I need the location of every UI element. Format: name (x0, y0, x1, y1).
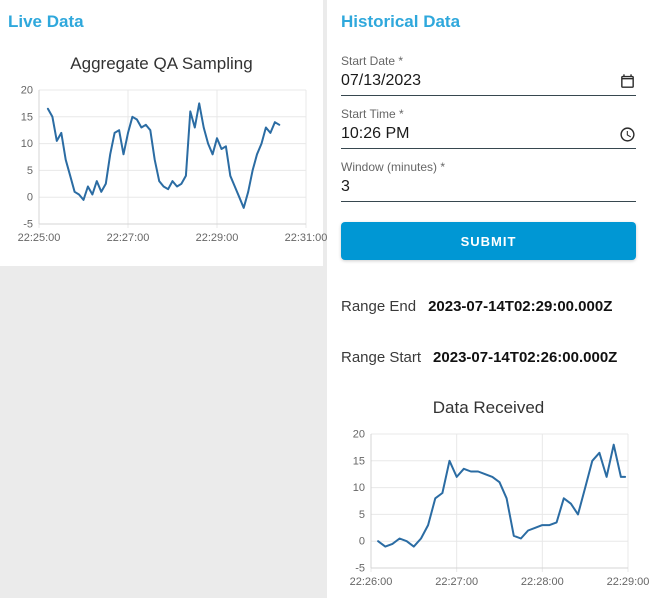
svg-text:5: 5 (27, 165, 33, 177)
svg-text:22:27:00: 22:27:00 (107, 232, 150, 244)
window-label: Window (minutes) * (341, 160, 446, 174)
svg-text:20: 20 (21, 85, 33, 97)
start-time-input[interactable] (341, 123, 619, 145)
live-chart-title: Aggregate QA Sampling (70, 54, 253, 73)
historical-data-panel: Historical Data Start Date * Start Time … (327, 0, 650, 598)
clock-icon[interactable] (619, 126, 636, 143)
svg-text:5: 5 (359, 509, 365, 521)
svg-text:0: 0 (359, 536, 365, 548)
historical-data-heading: Historical Data (341, 12, 461, 31)
range-end-row: Range End 2023-07-14T02:29:00.000Z (341, 298, 636, 315)
range-end-value: 2023-07-14T02:29:00.000Z (428, 298, 613, 315)
svg-text:22:31:00: 22:31:00 (285, 232, 328, 244)
submit-button[interactable]: SUBMIT (341, 222, 636, 260)
range-start-row: Range Start 2023-07-14T02:26:00.000Z (341, 349, 636, 366)
svg-text:22:25:00: 22:25:00 (18, 232, 61, 244)
range-start-value: 2023-07-14T02:26:00.000Z (433, 349, 618, 366)
svg-text:22:29:00: 22:29:00 (607, 576, 650, 588)
calendar-icon[interactable] (619, 73, 636, 90)
svg-text:15: 15 (21, 111, 33, 123)
window-field: Window (minutes) * (341, 160, 636, 202)
historical-chart-block: Data Received -5 0 5 10 15 20 22:26:00 22:27:00… (341, 398, 650, 596)
start-date-label: Start Date * (341, 54, 404, 68)
svg-text:0: 0 (27, 192, 33, 204)
start-time-label: Start Time * (341, 107, 404, 121)
range-start-label: Range Start (341, 349, 422, 366)
svg-text:-5: -5 (355, 563, 365, 575)
historical-chart-title: Data Received (432, 398, 545, 417)
svg-text:22:29:00: 22:29:00 (196, 232, 239, 244)
range-end-label: Range End (341, 298, 417, 315)
svg-text:22:26:00: 22:26:00 (350, 576, 393, 588)
live-data-heading: Live Data (8, 12, 84, 31)
svg-text:22:27:00: 22:27:00 (435, 576, 478, 588)
window-input[interactable] (341, 176, 636, 198)
start-time-field: Start Time * (341, 107, 636, 149)
svg-text:-5: -5 (23, 219, 33, 231)
live-data-panel: Live Data Aggregate QA Sampling -5 0 5 10 15… (0, 0, 328, 266)
svg-text:20: 20 (353, 429, 365, 441)
start-date-field: Start Date * (341, 54, 636, 96)
svg-text:10: 10 (353, 482, 365, 494)
svg-text:22:28:00: 22:28:00 (521, 576, 564, 588)
live-chart: -5 0 5 10 15 20 22:25:00 22:27:00 22:29:00 22:31:… (18, 85, 328, 245)
svg-text:10: 10 (21, 138, 33, 150)
svg-text:15: 15 (353, 455, 365, 467)
historical-chart: -5 0 5 10 15 20 22:26:00 22:27:00 22:28:00 22:29:… (350, 429, 650, 589)
start-date-input[interactable] (341, 70, 619, 92)
